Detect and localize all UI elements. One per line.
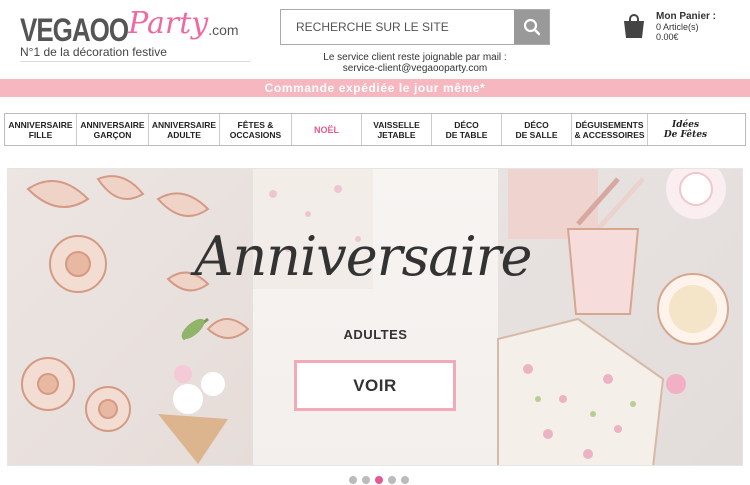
nav-item-label: NOËL — [313, 124, 339, 135]
carousel-dot-active[interactable] — [375, 476, 383, 484]
hero-decoration-illustration — [21, 169, 729, 465]
nav-item-label: DÉCO DE SALLE — [515, 120, 557, 140]
nav-label-line2: GARÇON — [93, 129, 132, 140]
nav-label-line1: FÊTES & — [237, 119, 274, 130]
logo-party-text: Party — [128, 6, 209, 41]
nav-item-label: Idées De Fêtes — [664, 120, 707, 140]
shopping-bag-icon — [624, 14, 644, 38]
nav-item-anniversaire-garcon[interactable]: ANNIVERSAIRE GARÇON — [77, 114, 149, 145]
nav-item-deco-de-table[interactable]: DÉCO DE TABLE — [432, 114, 502, 145]
nav-item-label: DÉCO DE TABLE — [446, 120, 488, 140]
nav-label-line2: ADULTE — [167, 129, 201, 140]
nav-item-label: VAISSELLE JETABLE — [373, 120, 420, 140]
nav-item-anniversaire-adulte[interactable]: ANNIVERSAIRE ADULTE — [149, 114, 220, 145]
nav-label-line1: VAISSELLE — [373, 119, 420, 130]
nav-item-label: ANNIVERSAIRE FILLE — [8, 120, 72, 140]
nav-label-line2: & ACCESSOIRES — [574, 129, 645, 140]
nav-item-deco-de-salle[interactable]: DÉCO DE SALLE — [502, 114, 572, 145]
cart-total: 0.00€ — [656, 32, 679, 42]
nav-label-line1: ANNIVERSAIRE — [80, 119, 145, 130]
nav-item-idees-de-fetes[interactable]: Idées De Fêtes — [648, 114, 723, 145]
carousel-dot[interactable] — [401, 476, 409, 484]
cart-summary[interactable]: Mon Panier : 0 Article(s) 0.00€ — [622, 10, 750, 50]
nav-item-anniversaire-fille[interactable]: ANNIVERSAIRE FILLE — [5, 114, 77, 145]
nav-label-line1: ANNIVERSAIRE — [8, 119, 73, 130]
carousel-pagination — [349, 476, 409, 484]
hero-title: Anniversaire — [194, 225, 532, 288]
service-notice-text: Le service client reste joignable par ma… — [323, 52, 507, 63]
logo-domain-suffix: .com — [208, 22, 239, 38]
hero-carousel-slide[interactable]: Anniversaire ADULTES VOIR — [7, 168, 743, 466]
nav-item-noel[interactable]: NOËL — [292, 114, 362, 145]
nav-label-line2: OCCASIONS — [229, 129, 282, 140]
cart-item-count: 0 Article(s) — [656, 22, 699, 32]
nav-label-line1: Idées — [671, 119, 700, 130]
nav-item-label: DÉGUISEMENTS & ACCESSOIRES — [574, 120, 644, 140]
search-input[interactable] — [281, 10, 515, 44]
carousel-dot[interactable] — [362, 476, 370, 484]
customer-service-notice: Le service client reste joignable par ma… — [300, 52, 530, 74]
nav-item-fetes-occasions[interactable]: FÊTES & OCCASIONS — [220, 114, 292, 145]
nav-label-line1: DÉCO — [524, 119, 549, 130]
main-navigation: ANNIVERSAIRE FILLE ANNIVERSAIRE GARÇON ANN… — [4, 113, 746, 146]
nav-label-line2: DE SALLE — [515, 129, 558, 140]
logo-tagline: N°1 de la décoration festive — [20, 45, 167, 59]
site-logo[interactable]: VEGAOOParty.com N°1 de la décoration fes… — [20, 6, 250, 62]
shipping-banner: Commande expédiée le jour même* — [0, 79, 750, 97]
carousel-dot[interactable] — [388, 476, 396, 484]
nav-item-label: ANNIVERSAIRE GARÇON — [80, 120, 144, 140]
nav-label-line1: ANNIVERSAIRE — [151, 119, 217, 130]
nav-item-label: FÊTES & OCCASIONS — [230, 120, 281, 140]
hero-subtitle: ADULTES — [343, 327, 408, 342]
service-email-link[interactable]: service-client@vegaooparty.com — [300, 63, 530, 74]
search-bar — [280, 9, 550, 45]
logo-wordmark: VEGAOOParty.com — [20, 6, 239, 49]
search-button[interactable] — [514, 10, 549, 44]
nav-item-vaisselle-jetable[interactable]: VAISSELLE JETABLE — [362, 114, 432, 145]
nav-label-line1: DÉCO — [454, 119, 479, 130]
search-icon — [523, 18, 540, 36]
nav-label-line1: DÉGUISEMENTS — [575, 119, 644, 130]
site-header: VEGAOOParty.com N°1 de la décoration fes… — [0, 0, 750, 78]
hero-voir-button[interactable]: VOIR — [294, 360, 456, 411]
cart-title: Mon Panier : — [656, 11, 717, 22]
nav-item-deguisements-accessoires[interactable]: DÉGUISEMENTS & ACCESSOIRES — [572, 114, 648, 145]
nav-label-line2: DE TABLE — [445, 129, 488, 140]
nav-label-line2: JETABLE — [377, 129, 416, 140]
nav-label-line2: FILLE — [28, 129, 53, 140]
nav-item-label: ANNIVERSAIRE ADULTE — [152, 120, 216, 140]
nav-label-line2: De Fêtes — [663, 129, 708, 140]
logo-divider — [20, 61, 250, 62]
carousel-dot[interactable] — [349, 476, 357, 484]
logo-vegaoo-text: VEGAOO — [20, 11, 129, 49]
